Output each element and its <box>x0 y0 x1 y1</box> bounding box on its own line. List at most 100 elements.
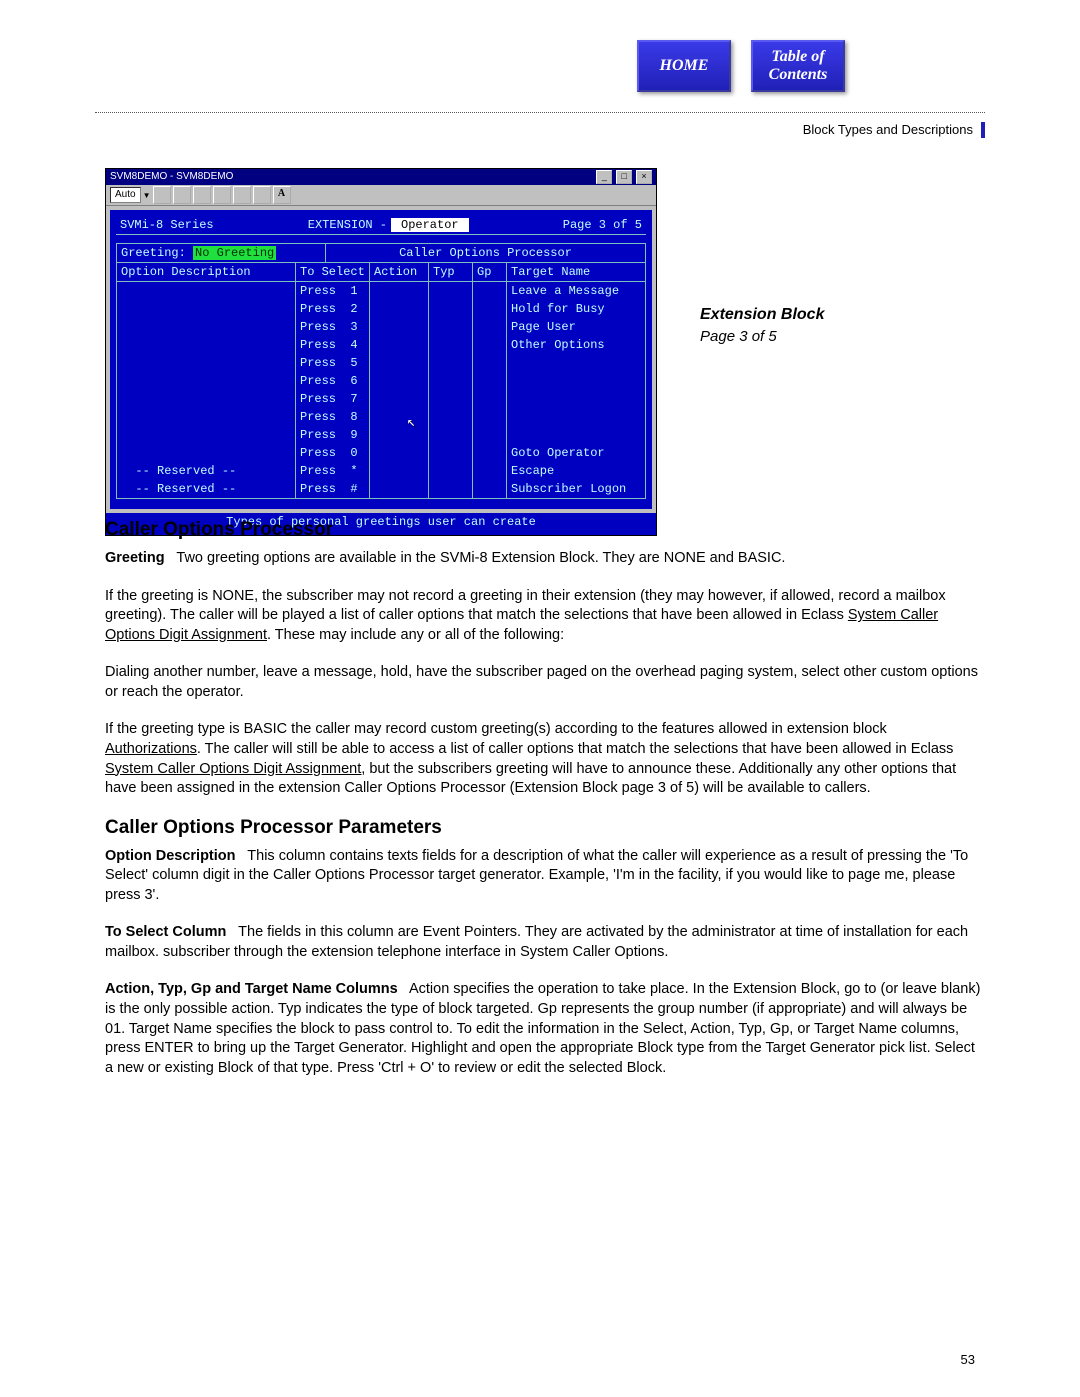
terminal-header: SVMi-8 Series EXTENSION - Operator Page … <box>116 216 646 235</box>
cell: Press 5 <box>296 354 370 372</box>
heading-caller-options-parameters: Caller Options Processor Parameters <box>105 817 985 839</box>
toolbar-icon <box>153 186 171 204</box>
cell <box>473 300 507 318</box>
cell <box>429 354 473 372</box>
cell: Hold for Busy <box>507 300 645 318</box>
options-rows: Press 1Leave a MessagePress 2Hold for Bu… <box>117 282 645 498</box>
series-label: SVMi-8 Series <box>120 218 214 232</box>
table-row: Press 9 <box>117 426 645 444</box>
table-row: Press 5 <box>117 354 645 372</box>
table-row: Press 7 <box>117 390 645 408</box>
mode-select: Auto <box>110 187 141 203</box>
lead-greeting: Greeting <box>105 550 165 566</box>
cell <box>473 354 507 372</box>
options-panel: Greeting: No Greeting Caller Options Pro… <box>116 243 646 499</box>
cell <box>117 444 296 462</box>
cell <box>370 426 429 444</box>
table-row: Press 3Page User <box>117 318 645 336</box>
paragraph: Dialing another number, leave a message,… <box>105 663 985 702</box>
lead-to-select: To Select Column <box>105 924 226 940</box>
link-system-caller-options[interactable]: System Caller Options Digit Assignment, <box>105 761 365 777</box>
caption-title: Extension Block <box>700 306 900 324</box>
maximize-icon: □ <box>616 170 632 184</box>
col-target-name: Target Name <box>507 263 645 281</box>
cell <box>507 354 645 372</box>
cell <box>473 444 507 462</box>
screenshot-figure: SVM8DEMO - SVM8DEMO _ □ × Auto ▼ A SVMi-… <box>105 168 657 536</box>
toolbar-icon <box>233 186 251 204</box>
cell <box>429 408 473 426</box>
cell <box>429 426 473 444</box>
cell <box>429 480 473 498</box>
close-icon: × <box>636 170 652 184</box>
minimize-icon: _ <box>596 170 612 184</box>
table-row: Press 1 Leave a Message <box>117 282 645 300</box>
cell: Escape <box>507 462 645 480</box>
cell <box>370 480 429 498</box>
cell <box>429 300 473 318</box>
paragraph: To Select Column The fields in this colu… <box>105 923 985 962</box>
col-typ: Typ <box>429 263 473 281</box>
cell <box>117 318 296 336</box>
breadcrumb: Block Types and Descriptions <box>803 122 985 138</box>
paragraph: If the greeting type is BASIC the caller… <box>105 720 985 798</box>
cell <box>507 390 645 408</box>
cell: -- Reserved -- <box>117 480 296 498</box>
home-button[interactable]: HOME <box>637 40 731 92</box>
window-controls: _ □ × <box>595 169 652 185</box>
link-authorizations[interactable]: Authorizations <box>105 741 197 757</box>
caption-sub: Page 3 of 5 <box>700 328 900 345</box>
cell <box>507 408 645 426</box>
cell <box>429 462 473 480</box>
toolbar-icon <box>253 186 271 204</box>
cell: -- Reserved -- <box>117 462 296 480</box>
col-to-select: To Select <box>296 263 370 281</box>
cursor-icon: ↖ <box>407 414 415 431</box>
cell: Press 7 <box>296 390 370 408</box>
cell <box>473 318 507 336</box>
col-option-description: Option Description <box>117 263 296 281</box>
cell <box>370 336 429 354</box>
cell: Press 6 <box>296 372 370 390</box>
cell <box>429 336 473 354</box>
cell <box>429 318 473 336</box>
window-title: SVM8DEMO - SVM8DEMO <box>110 169 233 185</box>
cell <box>117 282 296 300</box>
cell: Subscriber Logon <box>507 480 645 498</box>
cell <box>370 462 429 480</box>
toolbar-icon <box>213 186 231 204</box>
toc-button[interactable]: Table of Contents <box>751 40 845 92</box>
column-headers: Option Description To Select Action Typ … <box>117 263 645 282</box>
cell <box>507 426 645 444</box>
cell <box>370 300 429 318</box>
lead-option-description: Option Description <box>105 848 236 864</box>
cell <box>117 426 296 444</box>
divider <box>95 112 985 113</box>
cell <box>473 282 507 300</box>
table-row: Press 4Other Options <box>117 336 645 354</box>
cell: Press 4 <box>296 336 370 354</box>
page-number: 53 <box>961 1352 975 1367</box>
heading-caller-options-processor: Caller Options Processor <box>105 519 985 541</box>
cell: Press 1 <box>296 282 370 300</box>
terminal-panel: SVMi-8 Series EXTENSION - Operator Page … <box>110 210 652 509</box>
greeting-value: No Greeting <box>193 246 276 260</box>
cell <box>473 480 507 498</box>
cell <box>429 282 473 300</box>
figure-caption: Extension Block Page 3 of 5 <box>700 306 900 345</box>
cell <box>473 426 507 444</box>
page-indicator: Page 3 of 5 <box>563 218 642 232</box>
paragraph: If the greeting is NONE, the subscriber … <box>105 587 985 646</box>
cell: Press 0 <box>296 444 370 462</box>
window-titlebar: SVM8DEMO - SVM8DEMO _ □ × <box>106 169 656 185</box>
cell: Goto Operator <box>507 444 645 462</box>
section-indicator: EXTENSION - Operator <box>308 218 469 232</box>
cell <box>370 282 429 300</box>
paragraph: Option Description This column contains … <box>105 847 985 906</box>
cell <box>370 408 429 426</box>
table-row: -- Reserved --Press #Subscriber Logon <box>117 480 645 498</box>
greeting-field: Greeting: No Greeting <box>117 244 326 262</box>
cell <box>117 354 296 372</box>
cell <box>507 372 645 390</box>
cell: Leave a Message <box>507 282 645 300</box>
